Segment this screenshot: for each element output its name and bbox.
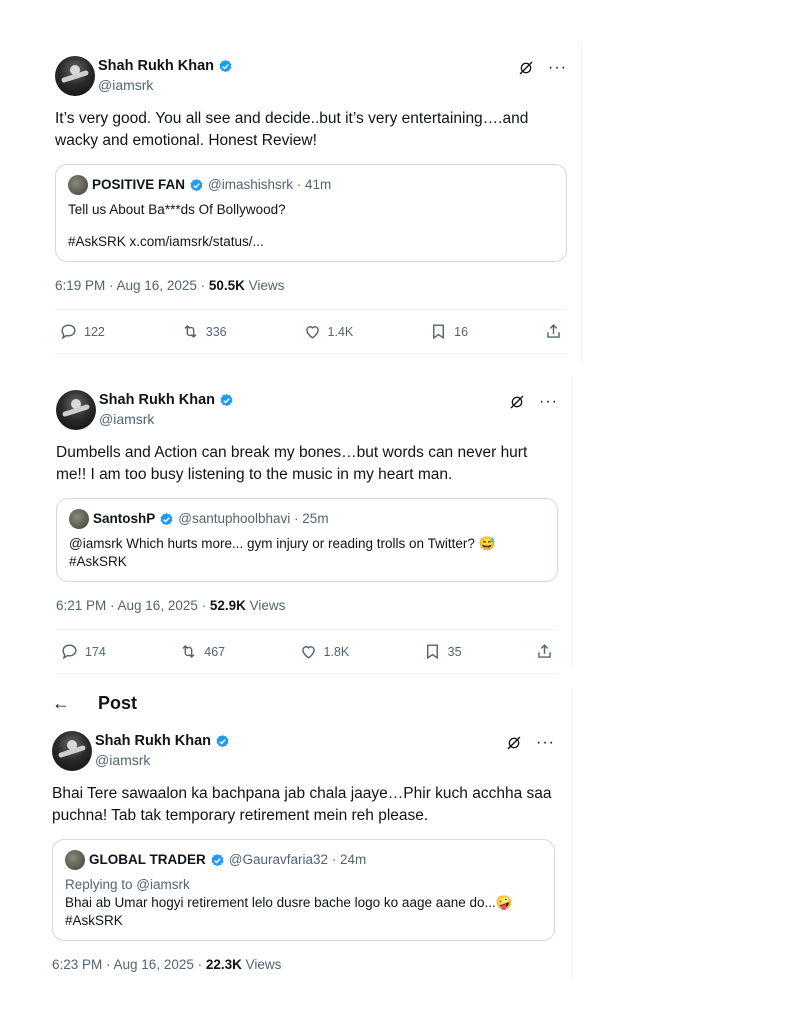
- tweet-text: Dumbells and Action can break my bones…b…: [56, 444, 528, 483]
- verified-badge-icon: [211, 853, 224, 866]
- quote-text-line: #AskSRK: [65, 913, 123, 928]
- author-name[interactable]: Shah Rukh Khan: [95, 733, 211, 749]
- reply-button[interactable]: 122: [59, 322, 105, 341]
- reply-icon: [61, 324, 76, 340]
- quote-text-line: Bhai ab Umar hogyi retirement lelo dusre…: [65, 895, 513, 910]
- verified-badge-icon: [220, 393, 233, 406]
- quote-author-name: SantoshP: [93, 511, 156, 526]
- avatar[interactable]: [52, 731, 92, 771]
- quote-avatar: [65, 850, 85, 870]
- more-icon[interactable]: ···: [548, 60, 567, 76]
- repost-button[interactable]: 336: [181, 322, 227, 341]
- reply-count: 174: [85, 644, 106, 659]
- bookmark-icon: [433, 324, 445, 340]
- repost-icon: [184, 324, 197, 339]
- like-icon: [305, 326, 319, 339]
- tweet-meta: 6:23 PM · Aug 16, 2025 · 22.3K Views: [52, 957, 555, 972]
- verified-badge-icon: [216, 734, 229, 747]
- share-button[interactable]: [535, 642, 554, 661]
- grok-icon[interactable]: [518, 60, 534, 76]
- back-arrow-icon[interactable]: ←: [52, 693, 70, 714]
- reply-button[interactable]: 174: [60, 642, 106, 661]
- like-count: 1.4K: [327, 324, 354, 339]
- verified-badge-icon: [219, 59, 232, 72]
- quote-avatar: [68, 175, 88, 195]
- bookmark-button[interactable]: 35: [423, 642, 462, 661]
- replying-to[interactable]: Replying to @iamsrk: [65, 876, 542, 894]
- author-handle[interactable]: @iamsrk: [98, 77, 153, 93]
- bookmark-count: 35: [447, 644, 462, 659]
- timestamp[interactable]: 6:21 PM · Aug 16, 2025 ·: [56, 598, 210, 613]
- verified-badge-icon: [190, 178, 203, 191]
- action-bar: 174 467 1.8K 35: [56, 629, 558, 674]
- quote-text-line: Tell us About Ba***ds Of Bollywood?: [68, 202, 286, 217]
- quote-author-handle: @imashishsrk · 41m: [208, 177, 332, 192]
- share-icon: [538, 644, 551, 658]
- like-button[interactable]: 1.8K: [299, 642, 350, 661]
- author-name[interactable]: Shah Rukh Khan: [98, 58, 214, 74]
- reply-count: 122: [84, 324, 105, 339]
- post-header: ← Post: [52, 693, 137, 714]
- reply-icon: [62, 644, 77, 660]
- tweet-meta: 6:21 PM · Aug 16, 2025 · 52.9K Views: [56, 598, 558, 613]
- more-icon[interactable]: ···: [539, 394, 558, 410]
- timestamp[interactable]: 6:19 PM · Aug 16, 2025 ·: [55, 278, 209, 293]
- grok-icon[interactable]: [509, 394, 525, 410]
- right-divider: [581, 42, 582, 364]
- quoted-tweet[interactable]: GLOBAL TRADER @Gauravfaria32 · 24m Reply…: [52, 839, 555, 941]
- share-icon: [547, 324, 560, 338]
- quote-author-name: POSITIVE FAN: [92, 177, 186, 192]
- tweet-meta: 6:19 PM · Aug 16, 2025 · 50.5K Views: [55, 278, 567, 293]
- bookmark-icon: [426, 644, 438, 660]
- repost-button[interactable]: 467: [179, 642, 225, 661]
- bookmark-button[interactable]: 16: [429, 322, 468, 341]
- like-icon: [301, 646, 315, 659]
- quote-author-name: GLOBAL TRADER: [89, 852, 206, 867]
- tweet-2[interactable]: Shah Rukh Khan @iamsrk ··· Dumbells and …: [56, 390, 558, 674]
- right-divider: [571, 378, 572, 668]
- bookmark-count: 16: [454, 324, 469, 339]
- quoted-tweet[interactable]: SantoshP @santuphoolbhavi · 25m @iamsrk …: [56, 498, 558, 582]
- right-divider: [571, 688, 572, 980]
- grok-icon[interactable]: [506, 735, 522, 751]
- quoted-tweet[interactable]: POSITIVE FAN @imashishsrk · 41m Tell us …: [55, 164, 567, 262]
- share-button[interactable]: [544, 322, 563, 341]
- quote-avatar: [69, 509, 89, 529]
- quote-text-line: #AskSRK: [69, 554, 127, 569]
- views-label: Views: [244, 278, 285, 293]
- quote-text-line: @iamsrk Which hurts more... gym injury o…: [69, 536, 496, 551]
- like-button[interactable]: 1.4K: [303, 322, 354, 341]
- quote-author-handle: @santuphoolbhavi · 25m: [178, 511, 329, 526]
- repost-count: 336: [205, 324, 227, 339]
- views-count: 52.9K: [209, 598, 246, 613]
- views-label: Views: [241, 957, 282, 972]
- tweet-text: Bhai Tere sawaalon ka bachpana jab chala…: [52, 785, 552, 824]
- action-bar: 122 336 1.4K 16: [55, 309, 567, 354]
- quote-text-line: #AskSRK x.com/iamsrk/status/...: [68, 234, 264, 249]
- author-name[interactable]: Shah Rukh Khan: [99, 392, 215, 408]
- avatar[interactable]: [56, 390, 96, 430]
- avatar[interactable]: [55, 56, 95, 96]
- more-icon[interactable]: ···: [536, 735, 555, 751]
- views-count: 50.5K: [208, 278, 245, 293]
- page-title: Post: [98, 693, 138, 713]
- author-handle[interactable]: @iamsrk: [99, 411, 154, 427]
- repost-count: 467: [204, 644, 226, 659]
- views-label: Views: [245, 598, 286, 613]
- tweet-1[interactable]: Shah Rukh Khan @iamsrk ··· It’s very goo…: [55, 56, 567, 354]
- quote-author-handle: @Gauravfaria32 · 24m: [228, 852, 367, 867]
- timestamp[interactable]: 6:23 PM · Aug 16, 2025 ·: [52, 957, 206, 972]
- tweet-3[interactable]: Shah Rukh Khan @iamsrk ··· Bhai Tere saw…: [52, 731, 555, 972]
- author-handle[interactable]: @iamsrk: [95, 752, 150, 768]
- tweet-text: It’s very good. You all see and decide..…: [55, 110, 529, 149]
- verified-badge-icon: [160, 512, 173, 525]
- views-count: 22.3K: [205, 957, 242, 972]
- repost-icon: [182, 644, 195, 659]
- like-count: 1.8K: [323, 644, 350, 659]
